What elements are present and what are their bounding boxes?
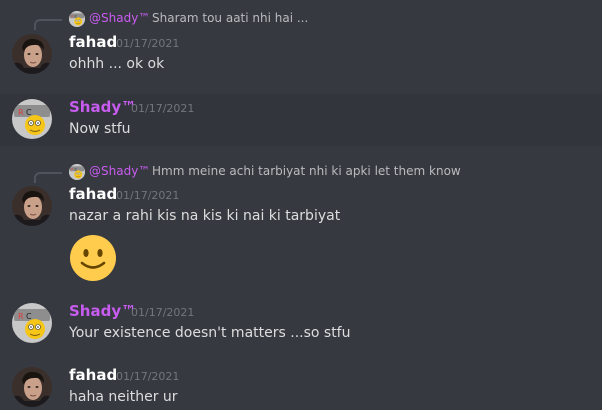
author-name[interactable]: fahad <box>69 185 117 203</box>
message-group: fahad 01/17/2021 haha neither ur <box>0 362 602 410</box>
message-group: Shady™ 01/17/2021 Now stfu <box>0 94 602 146</box>
reply-preview[interactable]: @Shady™ Sharam tou aati nhi hai ... <box>0 10 602 30</box>
message-text: Your existence doesn't matters ...so stf… <box>69 325 351 341</box>
reply-mention[interactable]: @Shady™ <box>89 11 150 25</box>
timestamp: 01/17/2021 <box>131 102 195 115</box>
author-name[interactable]: fahad <box>69 366 117 384</box>
fahad-avatar-icon[interactable] <box>12 34 52 74</box>
timestamp: 01/17/2021 <box>116 370 180 383</box>
message-text: Now stfu <box>69 121 131 137</box>
reply-connector <box>34 172 62 183</box>
reply-snippet: Hmm meine achi tarbiyat nhi ki apki let … <box>152 164 461 178</box>
timestamp: 01/17/2021 <box>131 306 195 319</box>
shady-avatar-icon[interactable] <box>12 303 52 343</box>
reply-preview[interactable]: @Shady™ Hmm meine achi tarbiyat nhi ki a… <box>0 163 602 183</box>
slightly-smiling-face-emoji[interactable] <box>69 234 117 282</box>
shady-avatar-icon[interactable] <box>12 99 52 139</box>
message-group: Shady™ 01/17/2021 Your existence doesn't… <box>0 298 602 348</box>
reply-mention[interactable]: @Shady™ <box>89 164 150 178</box>
fahad-avatar-icon[interactable] <box>12 186 52 226</box>
message-group: @Shady™ Sharam tou aati nhi hai ... faha… <box>0 0 602 84</box>
reply-connector <box>34 19 62 30</box>
reply-snippet: Sharam tou aati nhi hai ... <box>152 11 309 25</box>
author-name[interactable]: fahad <box>69 33 117 51</box>
message-text: ohhh ... ok ok <box>69 56 165 72</box>
timestamp: 01/17/2021 <box>116 37 180 50</box>
author-name[interactable]: Shady™ <box>69 302 136 320</box>
message-group: @Shady™ Hmm meine achi tarbiyat nhi ki a… <box>0 158 602 288</box>
shady-avatar-icon <box>69 11 85 27</box>
message-text: haha neither ur <box>69 389 178 405</box>
timestamp: 01/17/2021 <box>116 189 180 202</box>
fahad-avatar-icon[interactable] <box>12 367 52 407</box>
shady-avatar-icon <box>69 164 85 180</box>
message-text: nazar a rahi kis na kis ki nai ki tarbiy… <box>69 208 341 224</box>
author-name[interactable]: Shady™ <box>69 98 136 116</box>
